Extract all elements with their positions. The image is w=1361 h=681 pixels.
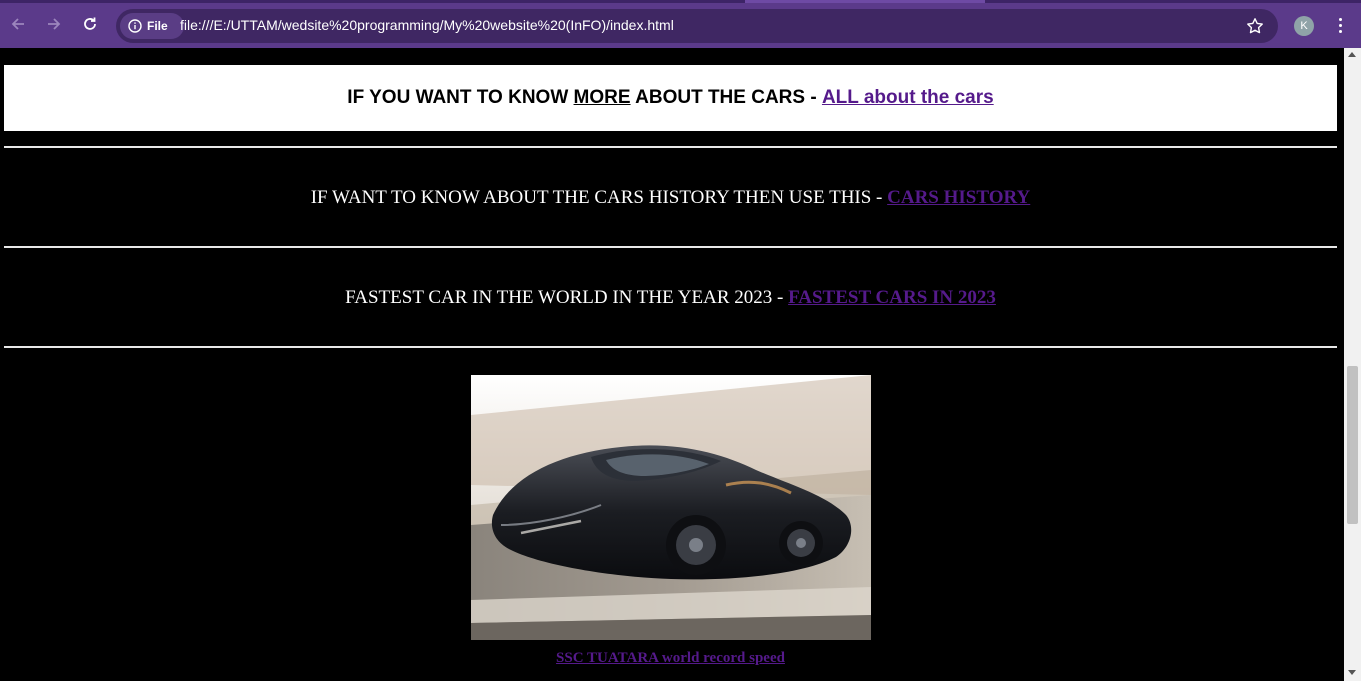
banner-prefix: IF YOU WANT TO KNOW xyxy=(347,87,574,108)
vertical-scrollbar[interactable] xyxy=(1344,48,1361,681)
divider xyxy=(4,146,1337,148)
site-chip-label: File xyxy=(147,19,168,33)
star-icon[interactable] xyxy=(1246,17,1264,39)
image-caption: SSC TUATARA world record speed xyxy=(4,650,1337,667)
more-info-banner: IF YOU WANT TO KNOW MORE ABOUT THE CARS … xyxy=(4,65,1337,131)
browser-toolbar: File file:///E:/UTTAM/wedsite%20programm… xyxy=(0,0,1361,48)
cars-history-link[interactable]: CARS HISTORY xyxy=(887,187,1030,208)
car-image[interactable] xyxy=(471,375,871,640)
scroll-up-arrow-icon[interactable] xyxy=(1348,52,1356,57)
profile-avatar[interactable]: K xyxy=(1294,16,1314,36)
all-about-cars-link[interactable]: ALL about the cars xyxy=(822,87,994,109)
banner-emphasis: MORE xyxy=(573,87,631,108)
fastest-cars-link[interactable]: FASTEST CARS IN 2023 xyxy=(788,287,996,308)
scrollbar-thumb[interactable] xyxy=(1347,366,1358,524)
fastest-row: FASTEST CAR IN THE WORLD IN THE YEAR 202… xyxy=(4,287,1337,309)
divider xyxy=(4,246,1337,248)
reload-icon[interactable] xyxy=(79,13,101,35)
url-text[interactable]: file:///E:/UTTAM/wedsite%20programming/M… xyxy=(180,17,674,33)
forward-arrow-icon[interactable] xyxy=(43,13,65,35)
divider xyxy=(4,346,1337,348)
active-tab-edge[interactable] xyxy=(745,0,985,3)
history-row: IF WANT TO KNOW ABOUT THE CARS HISTORY T… xyxy=(4,187,1337,209)
address-bar[interactable]: File file:///E:/UTTAM/wedsite%20programm… xyxy=(116,9,1278,43)
fastest-text: FASTEST CAR IN THE WORLD IN THE YEAR 202… xyxy=(345,287,789,308)
site-info-chip[interactable]: File xyxy=(120,13,184,39)
banner-suffix: ABOUT THE CARS - xyxy=(630,87,822,108)
scroll-down-arrow-icon[interactable] xyxy=(1348,670,1356,675)
history-text: IF WANT TO KNOW ABOUT THE CARS HISTORY T… xyxy=(310,187,888,208)
page-viewport: IF YOU WANT TO KNOW MORE ABOUT THE CARS … xyxy=(0,48,1344,681)
info-icon xyxy=(128,19,142,33)
ssc-tuatara-record-link[interactable]: SSC TUATARA world record speed xyxy=(556,650,785,666)
back-arrow-icon[interactable] xyxy=(7,13,29,35)
tab-strip xyxy=(0,0,1361,3)
kebab-menu-icon[interactable] xyxy=(1332,14,1348,36)
